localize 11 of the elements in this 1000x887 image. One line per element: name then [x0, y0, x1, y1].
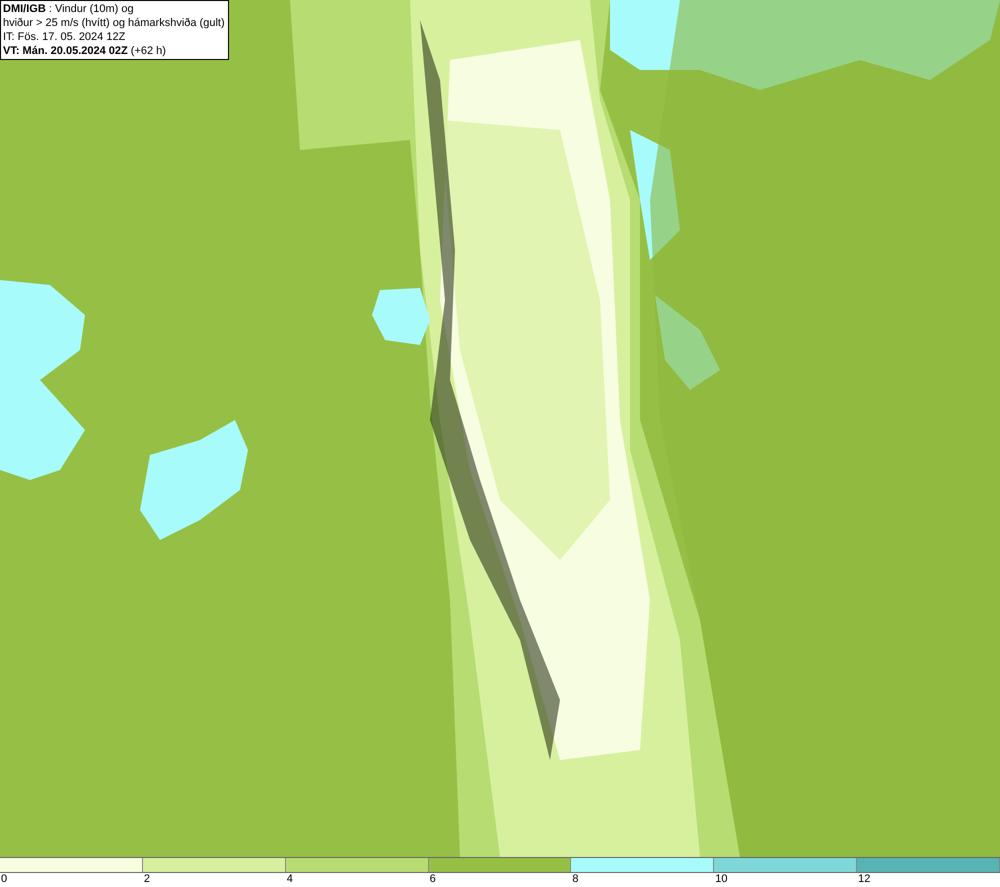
- legend-label: 10: [715, 873, 728, 886]
- legend-label: 6: [430, 873, 436, 886]
- legend-label: 8: [572, 873, 579, 886]
- legend-label: 0: [1, 873, 8, 886]
- legend-label: 12: [858, 873, 870, 886]
- info-text: IT: Fös. 17. 05. 2024 12Z: [3, 30, 126, 44]
- legend-label: 4: [286, 873, 293, 886]
- info-text: DMI/IGB : Vindur (10m) og: [3, 2, 135, 16]
- legend-label: 2: [144, 873, 150, 886]
- info-text: VT: Mán. 20.05.2024 02Z (+62 h): [3, 44, 167, 58]
- info-text: hviður > 25 m/s (hvítt) og hámarkshviða (gult): [3, 16, 226, 30]
